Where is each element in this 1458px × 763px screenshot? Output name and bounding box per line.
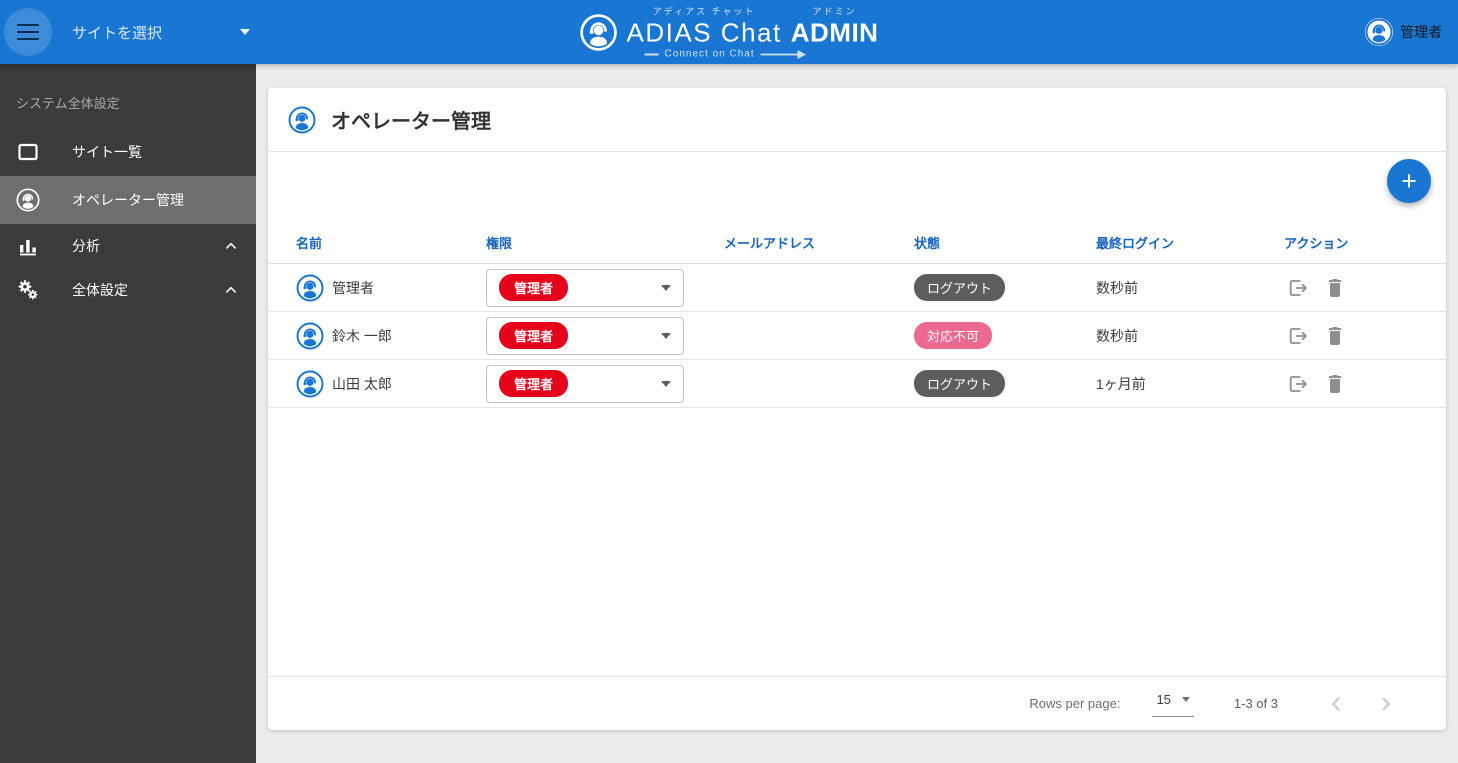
avatar: [296, 322, 324, 350]
operator-management-card: オペレーター管理 + 名前 権限 メールアドレス 状態 最終ログイン アクション: [268, 88, 1446, 730]
menu-button[interactable]: [4, 8, 52, 56]
chevron-up-icon: [222, 237, 240, 255]
column-header-name: 名前: [296, 236, 323, 251]
logo-operator-icon: [580, 13, 618, 51]
operator-icon: [288, 106, 316, 134]
role-badge: 管理者: [499, 370, 569, 397]
column-header-email: メールアドレス: [724, 236, 816, 251]
column-header-role: 権限: [486, 236, 513, 251]
sidebar-item-label: オペレーター管理: [72, 192, 184, 208]
main-content: オペレーター管理 + 名前 権限 メールアドレス 状態 最終ログイン アクション: [256, 64, 1458, 763]
logo-furigana-main: アディアス チャット: [652, 6, 756, 17]
window-icon: [16, 140, 40, 164]
user-name: 管理者: [1400, 24, 1442, 40]
page-title: オペレーター管理: [331, 111, 491, 133]
tagline-dash: [644, 53, 659, 55]
logo-brand-admin: ADMIN: [790, 17, 879, 48]
role-select[interactable]: 管理者: [486, 364, 684, 403]
app-header: サイトを選択 アディアス チャット ADIAS Chat アドミン ADMIN: [0, 0, 1458, 64]
sidebar-item-label: 分析: [72, 238, 100, 254]
sidebar: システム全体設定 サイト一覧 オペレーター管理 分析 全体設定: [0, 64, 256, 763]
column-header-actions: アクション: [1284, 236, 1349, 251]
table-pagination: Rows per page: 15 1-3 of 3: [268, 676, 1446, 730]
hamburger-icon: [17, 23, 39, 27]
brand-logo: アディアス チャット ADIAS Chat アドミン ADMIN Connect…: [580, 5, 879, 60]
logo-furigana-admin: アドミン: [812, 6, 857, 17]
table-header-row: 名前 権限 メールアドレス 状態 最終ログイン アクション: [268, 222, 1446, 264]
status-badge: 対応不可: [914, 322, 993, 349]
trash-icon: [1323, 276, 1347, 300]
sidebar-item-analytics[interactable]: 分析: [0, 224, 256, 268]
chevron-down-icon: [661, 332, 671, 339]
delete-operator-button[interactable]: [1323, 324, 1347, 348]
rows-per-page-value: 15: [1156, 692, 1171, 707]
avatar: [296, 274, 324, 302]
sidebar-section-label: システム全体設定: [16, 96, 120, 111]
operator-name: 管理者: [332, 279, 374, 296]
table-row: 鈴木 一郎 管理者 対応不可 数秒前: [268, 312, 1446, 360]
chevron-down-icon: [1181, 697, 1190, 702]
user-avatar-icon: [1365, 18, 1393, 46]
logo-tagline: Connect on Chat: [664, 48, 755, 60]
chevron-down-icon: [661, 284, 671, 291]
trash-icon: [1323, 372, 1347, 396]
force-logout-button[interactable]: [1286, 372, 1310, 396]
chevron-left-icon: [1324, 692, 1348, 716]
delete-operator-button[interactable]: [1323, 276, 1347, 300]
card-title-row: オペレーター管理: [268, 88, 1446, 152]
site-select-label: サイトを選択: [72, 24, 163, 42]
logout-icon: [1286, 276, 1310, 300]
role-badge: 管理者: [499, 274, 569, 301]
operator-name: 山田 太郎: [332, 375, 392, 392]
delete-operator-button[interactable]: [1323, 372, 1347, 396]
trash-icon: [1323, 324, 1347, 348]
operator-name: 鈴木 一郎: [332, 327, 392, 344]
rows-per-page-label: Rows per page:: [1029, 696, 1121, 711]
last-login: 1ヶ月前: [1096, 375, 1146, 392]
last-login: 数秒前: [1096, 327, 1138, 344]
last-login: 数秒前: [1096, 279, 1138, 296]
chevron-up-icon: [222, 281, 240, 299]
operator-icon: [16, 188, 40, 212]
table-row: 管理者 管理者 ログアウト 数秒前: [268, 264, 1446, 312]
gears-icon: [16, 278, 40, 302]
role-badge: 管理者: [499, 322, 569, 349]
column-header-last-login: 最終ログイン: [1096, 236, 1175, 251]
chevron-down-icon: [240, 29, 250, 35]
site-select-dropdown[interactable]: サイトを選択: [72, 22, 250, 43]
logo-brand-main: ADIAS Chat: [626, 17, 782, 48]
role-select[interactable]: 管理者: [486, 316, 684, 355]
force-logout-button[interactable]: [1286, 324, 1310, 348]
sidebar-item-site-list[interactable]: サイト一覧: [0, 128, 256, 176]
chevron-right-icon: [1374, 692, 1398, 716]
sidebar-item-operator-management[interactable]: オペレーター管理: [0, 176, 256, 224]
rows-per-page-select[interactable]: 15: [1152, 690, 1194, 717]
force-logout-button[interactable]: [1286, 276, 1310, 300]
user-menu[interactable]: 管理者: [1365, 18, 1442, 46]
status-badge: ログアウト: [914, 370, 1006, 397]
previous-page-button[interactable]: [1324, 692, 1348, 716]
table-row: 山田 太郎 管理者 ログアウト 1ヶ月前: [268, 360, 1446, 408]
sidebar-item-label: 全体設定: [72, 282, 128, 298]
next-page-button[interactable]: [1374, 692, 1398, 716]
app-root: サイトを選択 アディアス チャット ADIAS Chat アドミン ADMIN: [0, 0, 1458, 763]
role-select[interactable]: 管理者: [486, 268, 684, 307]
add-operator-button[interactable]: +: [1387, 159, 1431, 203]
chevron-down-icon: [661, 380, 671, 387]
logout-icon: [1286, 324, 1310, 348]
column-header-status: 状態: [914, 236, 941, 251]
avatar: [296, 370, 324, 398]
pagination-range: 1-3 of 3: [1233, 696, 1278, 711]
sidebar-item-label: サイト一覧: [72, 144, 142, 160]
bar-chart-icon: [16, 234, 40, 258]
sidebar-item-global-settings[interactable]: 全体設定: [0, 268, 256, 312]
logout-icon: [1286, 372, 1310, 396]
arrow-right-icon: [760, 49, 807, 59]
status-badge: ログアウト: [914, 274, 1006, 301]
